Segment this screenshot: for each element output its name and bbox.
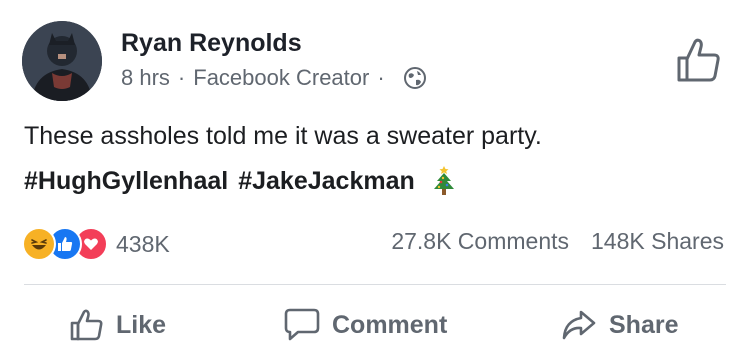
meta-separator: · bbox=[177, 65, 186, 90]
comment-button[interactable]: Comment bbox=[284, 297, 447, 353]
christmas-tree-icon bbox=[431, 165, 457, 197]
author-name[interactable]: Ryan Reynolds bbox=[121, 28, 302, 58]
action-bar: Like Comment Share bbox=[0, 297, 750, 353]
share-button-label: Share bbox=[609, 310, 679, 339]
haha-reaction-icon bbox=[22, 227, 56, 261]
share-arrow-icon bbox=[562, 310, 596, 340]
like-page-icon[interactable] bbox=[676, 38, 722, 87]
post-hashtags: #HughGyllenhaal #JakeJackman bbox=[24, 164, 457, 198]
shares-count[interactable]: 148K Shares bbox=[591, 228, 724, 255]
hashtag-link[interactable]: #HughGyllenhaal bbox=[24, 164, 228, 198]
avatar[interactable] bbox=[22, 21, 102, 101]
globe-icon bbox=[403, 66, 427, 90]
divider bbox=[24, 284, 726, 285]
reactions-count[interactable]: 438K bbox=[116, 231, 170, 258]
post-meta: 8 hrs · Facebook Creator · bbox=[121, 64, 427, 92]
comments-count[interactable]: 27.8K Comments bbox=[391, 228, 569, 255]
reactions-summary[interactable]: 438K bbox=[22, 226, 170, 262]
hashtag-link[interactable]: #JakeJackman bbox=[238, 164, 415, 198]
comment-icon bbox=[284, 308, 320, 341]
like-button[interactable]: Like bbox=[70, 297, 166, 353]
comment-button-label: Comment bbox=[332, 310, 448, 339]
post-source: Facebook Creator bbox=[193, 65, 370, 90]
post-text: These assholes told me it was a sweater … bbox=[24, 122, 542, 150]
like-button-label: Like bbox=[116, 310, 167, 339]
engagement-stats: 27.8K Comments 148K Shares bbox=[391, 228, 724, 255]
share-button[interactable]: Share bbox=[561, 297, 678, 353]
post-time[interactable]: 8 hrs bbox=[121, 64, 170, 92]
thumbs-up-icon bbox=[70, 309, 103, 341]
meta-separator-2: · bbox=[377, 65, 385, 90]
